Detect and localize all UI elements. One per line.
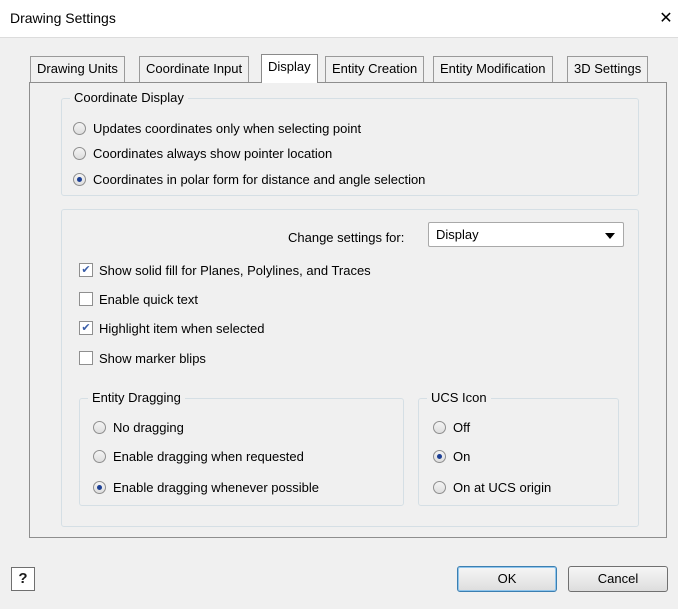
checkbox-label: Show solid fill for Planes, Polylines, a… [99,263,371,278]
radio-button-icon [433,481,446,494]
radio-button-icon [73,147,86,160]
ucs-icon-legend: UCS Icon [427,390,491,405]
checkbox-label: Highlight item when selected [99,321,265,336]
radio-label: No dragging [113,420,184,435]
tab-coordinate-input[interactable]: Coordinate Input [139,56,250,82]
radio-label: Enable dragging when requested [113,449,304,464]
radio-button-icon [73,122,86,135]
radio-label: Updates coordinates only when selecting … [93,121,362,136]
change-settings-label: Change settings for: [288,230,405,245]
radio-label: On at UCS origin [453,480,552,495]
radio-button-icon [93,421,106,434]
checkbox-icon [79,351,93,365]
window-title: Drawing Settings [10,10,116,26]
ok-button[interactable]: OK [457,566,557,592]
change-settings-dropdown[interactable]: Display [428,222,624,247]
help-button[interactable]: ? [11,567,35,591]
radio-label: On [453,449,471,464]
radio-button-icon [73,173,86,186]
chevron-down-icon [605,233,615,239]
radio-button-icon [433,450,446,463]
entity-dragging-legend: Entity Dragging [88,390,185,405]
drawing-settings-dialog: Drawing Settings ✕ Drawing Units Coordin… [0,0,678,609]
radio-label: Coordinates in polar form for distance a… [93,172,426,187]
radio-button-icon [93,481,106,494]
close-icon[interactable]: ✕ [657,9,675,27]
checkbox-icon: ✔ [79,263,93,277]
checkbox-icon [79,292,93,306]
checkbox-label: Show marker blips [99,351,206,366]
title-bar: Drawing Settings ✕ [0,0,678,38]
checkbox-label: Enable quick text [99,292,199,307]
radio-label: Enable dragging whenever possible [113,480,319,495]
dropdown-value: Display [436,227,479,242]
tab-entity-creation[interactable]: Entity Creation [325,56,425,82]
radio-button-icon [93,450,106,463]
coordinate-display-legend: Coordinate Display [70,90,188,105]
radio-label: Coordinates always show pointer location [93,146,333,161]
cancel-button[interactable]: Cancel [568,566,668,592]
tab-drawing-units[interactable]: Drawing Units [30,56,125,82]
radio-button-icon [433,421,446,434]
tab-display[interactable]: Display [261,54,318,83]
checkbox-icon: ✔ [79,321,93,335]
tab-3d-settings[interactable]: 3D Settings [567,56,649,82]
radio-label: Off [453,420,471,435]
tab-entity-modification[interactable]: Entity Modification [433,56,553,82]
